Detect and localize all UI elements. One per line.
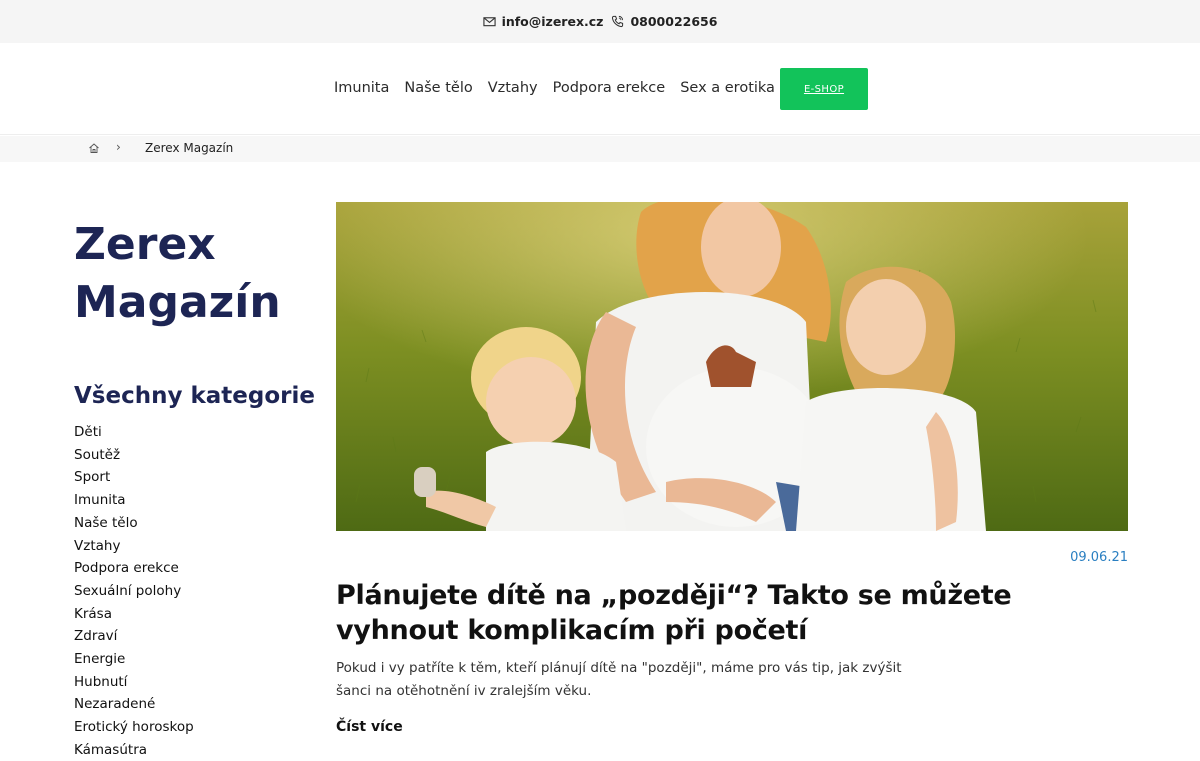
email-contact[interactable]: info@izerex.cz: [482, 14, 604, 29]
category-item-imunita[interactable]: Imunita: [74, 489, 194, 512]
nav-link-sex-a-erotika[interactable]: Sex a erotika: [680, 80, 775, 96]
nav-link-imunita[interactable]: Imunita: [334, 80, 389, 96]
chevron-right-icon: ›: [116, 140, 121, 154]
main-navigation: Imunita Naše tělo Vztahy Podpora erekce …: [0, 43, 1200, 135]
category-item-sexualni-polohy[interactable]: Sexuální polohy: [74, 580, 194, 603]
category-list: Děti Soutěž Sport Imunita Naše tělo Vzta…: [74, 421, 194, 761]
breadcrumb-current: Zerex Magazín: [145, 141, 234, 155]
nav-links: Imunita Naše tělo Vztahy Podpora erekce …: [334, 80, 775, 96]
breadcrumb: › Zerex Magazín: [0, 136, 1200, 162]
category-item-zdravi[interactable]: Zdraví: [74, 625, 194, 648]
category-item-energie[interactable]: Energie: [74, 648, 194, 671]
category-item-vztahy[interactable]: Vztahy: [74, 535, 194, 558]
read-more-link[interactable]: Číst více: [336, 719, 403, 735]
category-item-hubnuti[interactable]: Hubnutí: [74, 671, 194, 694]
category-item-nezaradene[interactable]: Nezaradené: [74, 693, 194, 716]
category-item-kamasutra[interactable]: Kámasútra: [74, 739, 194, 761]
eshop-button[interactable]: E-SHOP: [780, 68, 868, 110]
article-title[interactable]: Plánujete dítě na „později“? Takto se mů…: [336, 578, 1096, 648]
category-item-nase-telo[interactable]: Naše tělo: [74, 512, 194, 535]
home-icon[interactable]: [88, 142, 100, 154]
magazine-title: Zerex Magazín: [74, 219, 281, 328]
phone-contact[interactable]: 0800022656: [611, 14, 717, 29]
article-excerpt: Pokud i vy patříte k těm, kteří plánují …: [336, 660, 902, 699]
article-date: 09.06.21: [1070, 550, 1128, 565]
nav-link-podpora-erekce[interactable]: Podpora erekce: [553, 80, 666, 96]
category-item-sport[interactable]: Sport: [74, 466, 194, 489]
category-item-eroticky-horoskop[interactable]: Erotický horoskop: [74, 716, 194, 739]
envelope-icon: [482, 17, 496, 27]
contact-bar: info@izerex.cz 0800022656: [0, 0, 1200, 43]
category-item-podpora-erekce[interactable]: Podpora erekce: [74, 557, 194, 580]
email-text[interactable]: info@izerex.cz: [502, 14, 604, 29]
nav-link-nase-telo[interactable]: Naše tělo: [404, 80, 472, 96]
phone-icon: [612, 15, 624, 28]
categories-heading: Všechny kategorie: [74, 383, 315, 409]
category-item-deti[interactable]: Děti: [74, 421, 194, 444]
nav-link-vztahy[interactable]: Vztahy: [488, 80, 538, 96]
category-item-soutez[interactable]: Soutěž: [74, 444, 194, 467]
phone-text[interactable]: 0800022656: [630, 14, 717, 29]
category-item-krasa[interactable]: Krása: [74, 603, 194, 626]
article-hero-image[interactable]: [336, 202, 1128, 531]
